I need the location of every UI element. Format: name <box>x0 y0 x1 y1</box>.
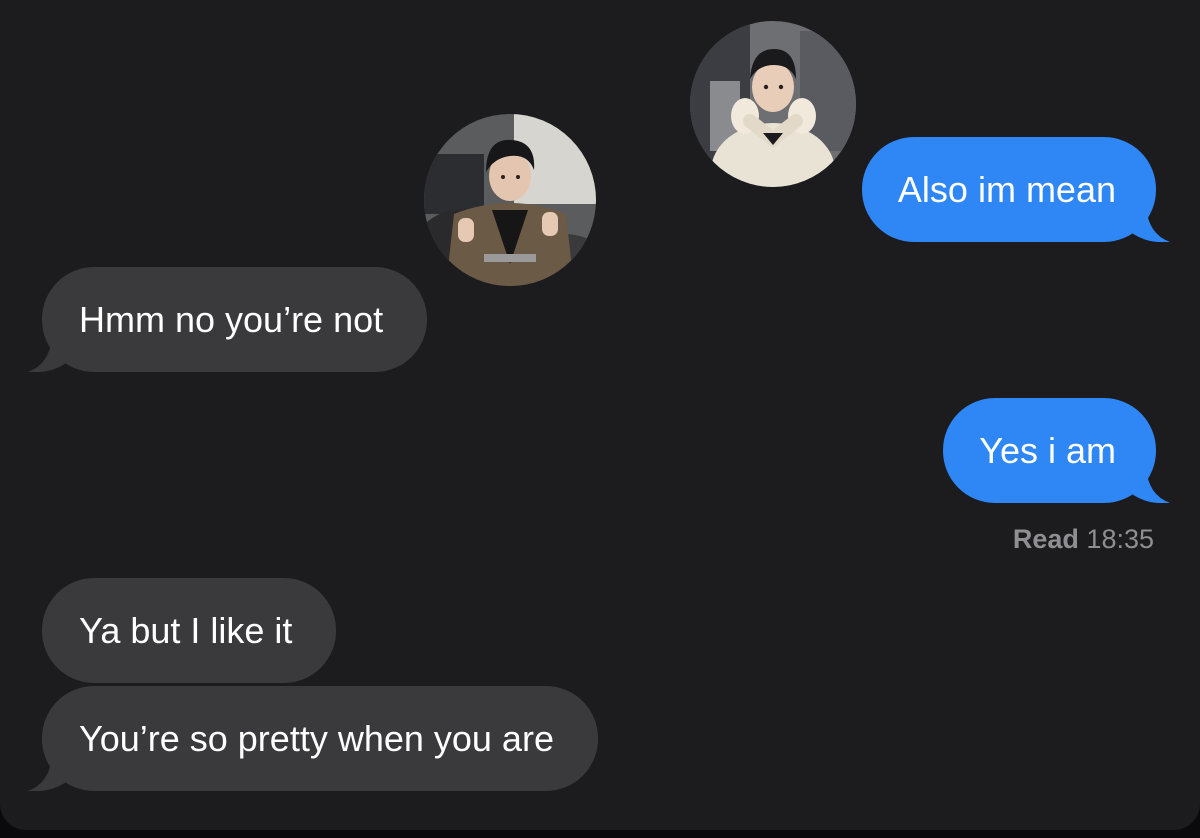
message-text: Also im mean <box>897 168 1116 210</box>
message-text: Yes i am <box>979 429 1116 471</box>
bubble-tail <box>28 336 72 372</box>
sticker-avatar-heart-hands[interactable] <box>690 21 856 187</box>
message-thread: Also im mean Hmm no you’re not Yes i am … <box>0 0 1200 830</box>
message-bubble-incoming[interactable]: Ya but I like it <box>42 578 337 683</box>
bubble-tail <box>1126 206 1170 242</box>
message-text: Ya but I like it <box>79 609 293 651</box>
message-text: Hmm no you’re not <box>79 298 384 340</box>
read-time: 18:35 <box>1086 524 1154 554</box>
message-text: You’re so pretty when you are <box>79 717 554 759</box>
sticker-image <box>424 114 596 286</box>
message-bubble-outgoing[interactable]: Yes i am <box>943 398 1170 503</box>
bubble-tail <box>1126 467 1170 503</box>
message-bubble-incoming[interactable]: You’re so pretty when you are <box>28 686 598 791</box>
bubble-tail <box>28 755 72 791</box>
read-label: Read <box>1012 524 1079 554</box>
sticker-image <box>690 21 856 187</box>
message-bubble-outgoing[interactable]: Also im mean <box>861 137 1170 242</box>
sticker-avatar-thumbs-up[interactable] <box>424 114 596 286</box>
message-bubble-incoming[interactable]: Hmm no you’re not <box>28 267 428 372</box>
read-receipt: Read 18:35 <box>960 524 1154 555</box>
